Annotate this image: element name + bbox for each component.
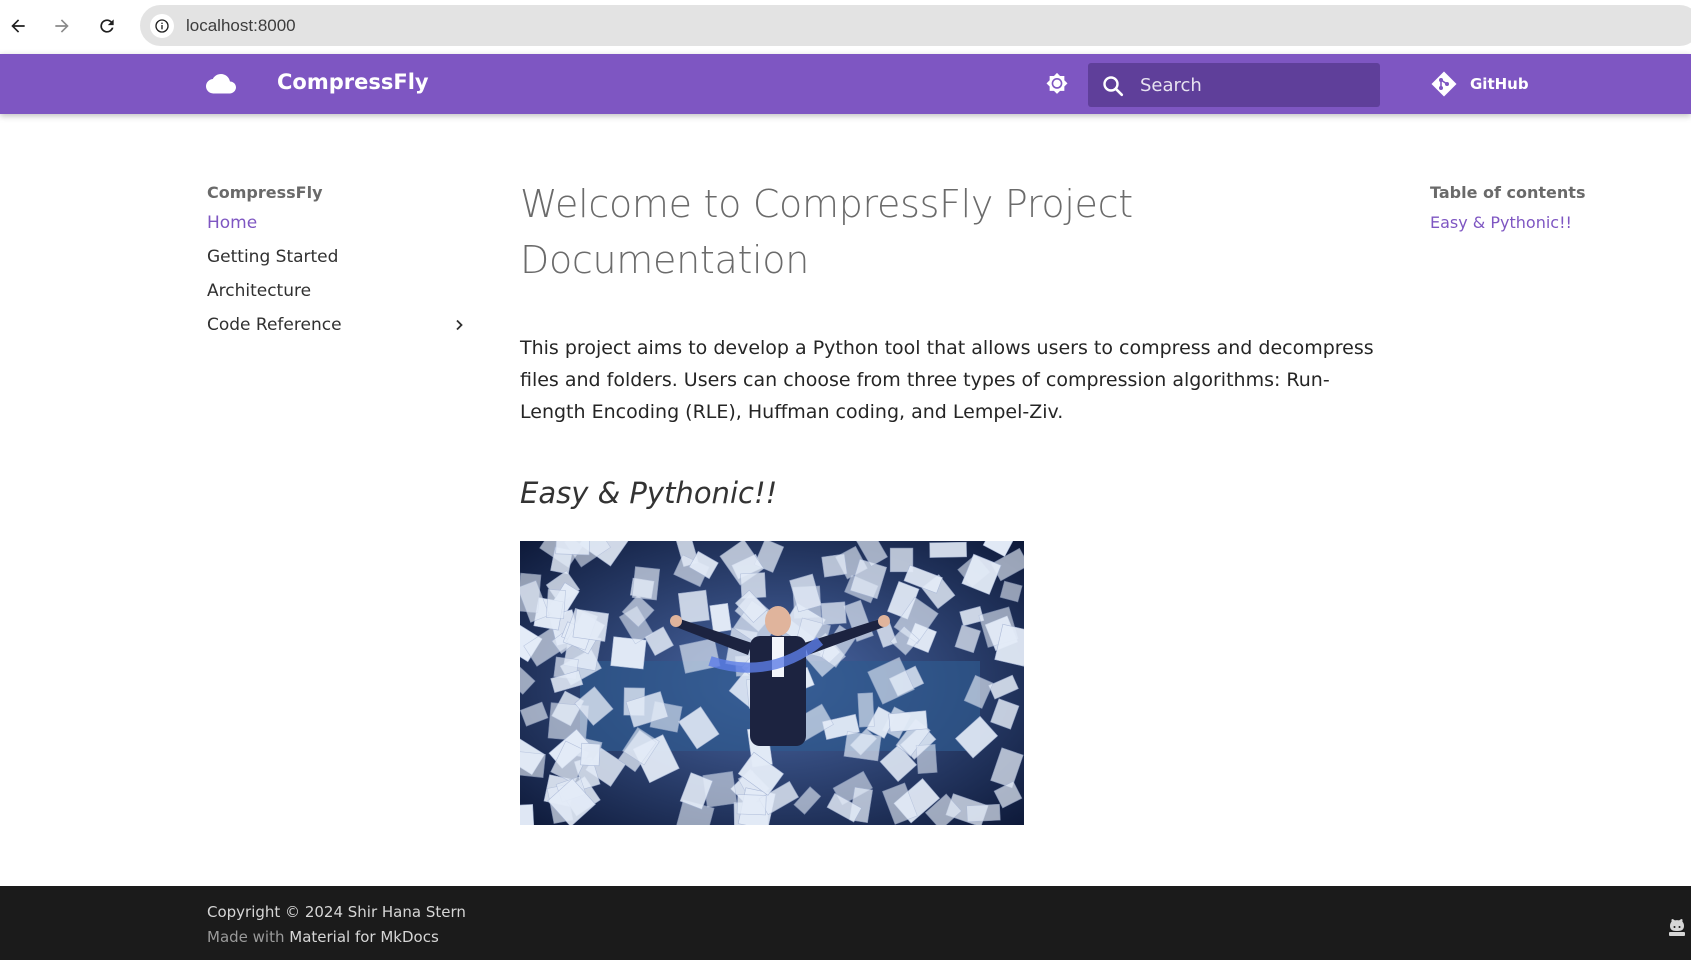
github-cat-icon[interactable]	[1667, 918, 1687, 938]
toc-link-easy-pythonic[interactable]: Easy & Pythonic!!	[1430, 206, 1670, 240]
brightness-icon	[1046, 72, 1068, 94]
main-content: Welcome to CompressFly Project Documenta…	[520, 176, 1380, 825]
git-icon	[1431, 71, 1457, 97]
sidebar-item-architecture[interactable]: Architecture	[207, 274, 472, 308]
back-button[interactable]	[3, 11, 33, 41]
search-input[interactable]	[1140, 63, 1370, 107]
sidebar-item-home[interactable]: Home	[207, 206, 472, 240]
search-icon	[1103, 76, 1124, 97]
table-of-contents: Table of contents Easy & Pythonic!!	[1430, 180, 1670, 240]
paper-sheet	[520, 804, 535, 825]
copyright-text: Copyright © 2024 Shir Hana Stern	[207, 903, 466, 921]
site-info-button[interactable]	[150, 14, 174, 38]
paper-sheet	[572, 608, 610, 642]
chevron-right-icon[interactable]	[452, 318, 466, 332]
forward-button[interactable]	[47, 11, 77, 41]
sidebar-item-label: Getting Started	[207, 247, 339, 267]
sidebar-nav: CompressFly Home Getting Started Archite…	[207, 180, 472, 342]
hero-image	[520, 541, 1024, 825]
sidebar-item-label: Home	[207, 213, 258, 233]
paper-sheet	[631, 566, 661, 601]
paper-sheet	[857, 692, 875, 728]
paper-sheet	[555, 541, 591, 556]
theme-toggle-button[interactable]	[1042, 69, 1072, 99]
paper-sheet	[545, 589, 566, 619]
github-repo-link[interactable]: GitHub	[1430, 70, 1529, 98]
search-box[interactable]	[1088, 63, 1380, 107]
sidebar-item-label: Architecture	[207, 281, 312, 301]
address-bar[interactable]: localhost:8000	[140, 5, 1691, 46]
sidebar-item-label: Code Reference	[207, 315, 342, 335]
arrow-left-icon	[11, 19, 25, 33]
paper-sheet	[888, 710, 928, 733]
paper-sheet	[915, 743, 938, 775]
cloud-logo-icon[interactable]	[206, 71, 236, 97]
paper-sheet	[929, 541, 967, 558]
reload-icon	[100, 19, 114, 33]
paper-sheet	[736, 794, 767, 816]
intro-paragraph: This project aims to develop a Python to…	[520, 337, 1374, 423]
paper-sheet	[580, 742, 601, 767]
paper-sheet	[610, 636, 647, 670]
url-text[interactable]: localhost:8000	[186, 16, 296, 36]
github-label: GitHub	[1470, 75, 1529, 93]
site-title[interactable]: CompressFly	[277, 70, 429, 94]
made-with-text: Made with Material for MkDocs	[207, 928, 439, 946]
sidebar-item-getting-started[interactable]: Getting Started	[207, 240, 472, 274]
paper-sheet	[677, 589, 710, 624]
flying-papers-illustration	[520, 541, 1024, 825]
arrow-right-icon	[55, 19, 69, 33]
paper-sheet	[966, 803, 1001, 823]
site-footer: Copyright © 2024 Shir Hana Stern Made wi…	[0, 886, 1691, 960]
browser-toolbar: localhost:8000	[0, 0, 1691, 54]
sidebar-item-code-reference[interactable]: Code Reference	[207, 308, 472, 342]
toc-title: Table of contents	[1430, 183, 1586, 202]
paper-sheet	[820, 601, 847, 626]
info-icon	[155, 19, 169, 33]
sidebar-title: CompressFly	[207, 183, 323, 202]
paper-sheet	[709, 602, 732, 633]
paper-sheet	[520, 750, 546, 778]
section-heading: Easy & Pythonic!!	[520, 476, 778, 510]
reload-button[interactable]	[92, 11, 122, 41]
made-with-prefix: Made with	[207, 928, 285, 946]
paper-sheet	[843, 731, 882, 762]
mkdocs-material-link[interactable]: Material for MkDocs	[289, 928, 439, 946]
paper-sheet	[821, 553, 848, 578]
site-header: CompressFly GitHub	[0, 54, 1691, 114]
page-title: Welcome to CompressFly Project Documenta…	[520, 182, 1133, 282]
